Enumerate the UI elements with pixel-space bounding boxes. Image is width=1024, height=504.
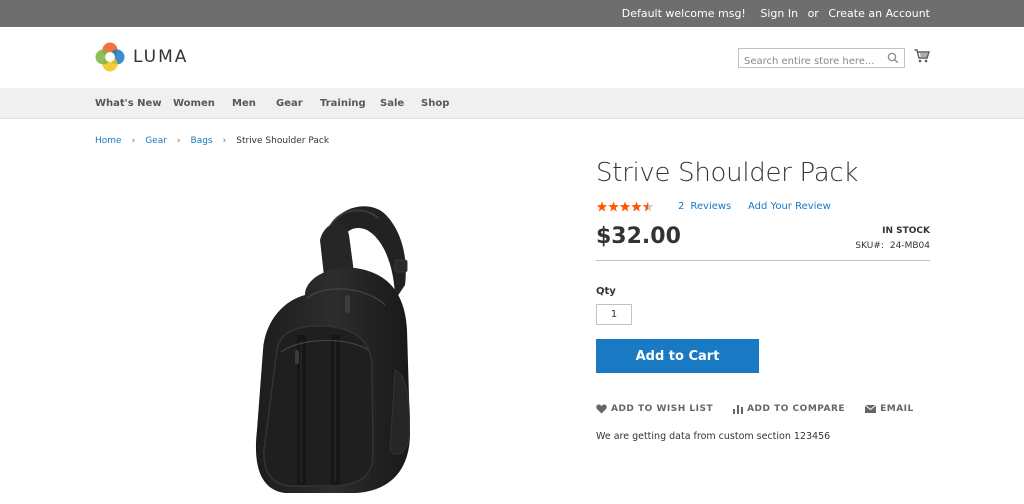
top-links: Default welcome msg! Sign In or Create a…: [616, 0, 930, 27]
product-price: $32.00: [596, 224, 681, 249]
logo-text: LUMA: [133, 47, 189, 67]
search-input[interactable]: [739, 52, 884, 71]
chevron-right-icon: ›: [131, 136, 136, 146]
star-icon: [631, 201, 642, 212]
product-image[interactable]: [245, 200, 420, 500]
custom-section-text: We are getting data from custom section …: [596, 431, 831, 442]
star-icon: [642, 201, 654, 212]
nav-item-sale[interactable]: Sale: [380, 88, 404, 119]
heart-icon: [596, 404, 607, 414]
sku: SKU#: 24-MB04: [855, 241, 930, 251]
nav-item-whats-new[interactable]: What's New: [95, 88, 162, 119]
chevron-right-icon: ›: [176, 136, 181, 146]
envelope-icon: [865, 405, 877, 413]
nav-item-gear[interactable]: Gear: [276, 88, 303, 119]
add-to-compare-link[interactable]: ADD TO COMPARE: [733, 404, 845, 414]
wishlist-label: ADD TO WISH LIST: [611, 404, 714, 414]
add-review-link[interactable]: Add Your Review: [748, 201, 831, 212]
main-navigation: What's New Women Men Gear Training Sale …: [0, 88, 1024, 119]
reviews-label: Reviews: [690, 201, 732, 212]
nav-item-men[interactable]: Men: [232, 88, 256, 119]
chevron-right-icon: ›: [222, 136, 227, 146]
breadcrumb-bags[interactable]: Bags: [191, 136, 213, 146]
create-account-link[interactable]: Create an Account: [828, 7, 930, 20]
sign-in-link[interactable]: Sign In: [760, 7, 798, 20]
star-icon: [608, 201, 619, 212]
welcome-message: Default welcome msg!: [621, 7, 746, 20]
compare-label: ADD TO COMPARE: [747, 404, 846, 414]
logo[interactable]: LUMA: [95, 41, 188, 73]
stock-status: In stock: [882, 226, 930, 236]
top-bar: Default welcome msg! Sign In or Create a…: [0, 0, 1024, 27]
product-actions: ADD TO WISH LIST ADD TO COMPARE EMAIL: [596, 404, 934, 414]
cart-icon[interactable]: [914, 49, 930, 63]
breadcrumb-home[interactable]: Home: [95, 136, 122, 146]
nav-item-shop[interactable]: Shop: [421, 88, 449, 119]
search-icon[interactable]: [887, 52, 899, 64]
sku-label: SKU#:: [855, 241, 884, 251]
header: LUMA: [0, 27, 1024, 88]
add-to-wishlist-link[interactable]: ADD TO WISH LIST: [596, 404, 713, 414]
breadcrumb-current: Strive Shoulder Pack: [236, 136, 330, 146]
breadcrumb: Home › Gear › Bags › Strive Shoulder Pac…: [95, 136, 329, 146]
product-title: Strive Shoulder Pack: [596, 158, 859, 188]
nav-item-women[interactable]: Women: [173, 88, 215, 119]
reviews-count: 2: [678, 201, 685, 212]
search-box: [738, 48, 905, 71]
qty-label: Qty: [596, 286, 616, 297]
sku-value: 24-MB04: [889, 241, 930, 251]
qty-input[interactable]: [596, 304, 632, 325]
star-icon: [619, 201, 631, 212]
rating-stars: [596, 201, 654, 212]
divider: [596, 260, 930, 261]
luma-logo-icon: [95, 42, 125, 72]
email-label: EMAIL: [880, 404, 914, 414]
nav-item-training[interactable]: Training: [320, 88, 366, 119]
or-text: or: [807, 7, 819, 20]
star-icon: [596, 201, 608, 212]
bar-chart-icon: [733, 405, 744, 414]
breadcrumb-gear[interactable]: Gear: [145, 136, 167, 146]
reviews-link[interactable]: 2 Reviews: [678, 201, 731, 212]
email-link[interactable]: EMAIL: [865, 404, 914, 414]
add-to-cart-button[interactable]: Add to Cart: [596, 339, 759, 373]
